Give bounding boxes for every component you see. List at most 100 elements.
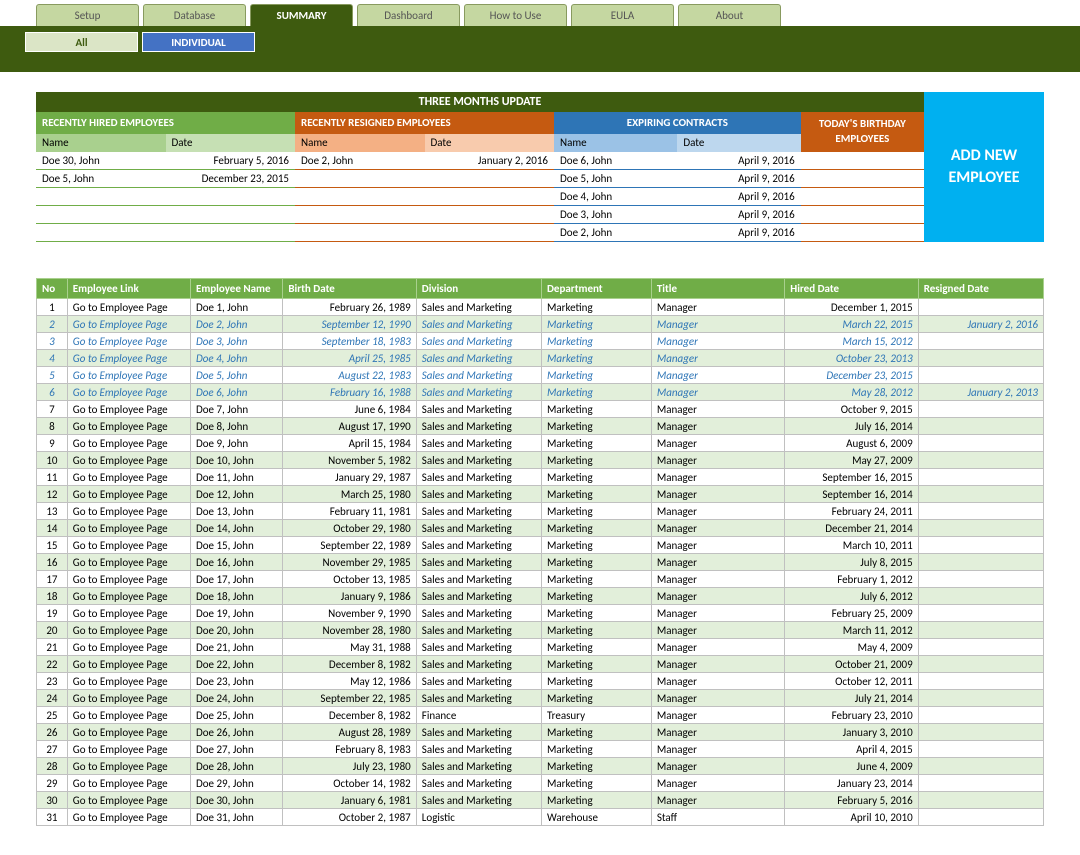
- employee-link[interactable]: Go to Employee Page: [67, 520, 190, 537]
- cell-name: Doe 31, John: [190, 809, 282, 826]
- tab-setup[interactable]: Setup: [36, 4, 139, 26]
- employee-link[interactable]: Go to Employee Page: [67, 350, 190, 367]
- cell-division: Sales and Marketing: [416, 537, 541, 554]
- tab-summary[interactable]: SUMMARY: [250, 4, 353, 26]
- section-hired: RECENTLY HIRED EMPLOYEES Name Date Doe 3…: [36, 112, 295, 242]
- cell-no: 20: [37, 622, 68, 639]
- employee-link[interactable]: Go to Employee Page: [67, 401, 190, 418]
- cell-no: 19: [37, 605, 68, 622]
- employee-link[interactable]: Go to Employee Page: [67, 384, 190, 401]
- cell-department: Marketing: [541, 758, 651, 775]
- employee-link[interactable]: Go to Employee Page: [67, 316, 190, 333]
- subtab-all[interactable]: All: [25, 32, 138, 52]
- section-row: [295, 170, 554, 188]
- cell-no: 10: [37, 452, 68, 469]
- three-months-update: THREE MONTHS UPDATE RECENTLY HIRED EMPLO…: [36, 92, 1044, 242]
- employee-link[interactable]: Go to Employee Page: [67, 333, 190, 350]
- cell-division: Sales and Marketing: [416, 452, 541, 469]
- cell-date: [425, 224, 555, 241]
- employee-link[interactable]: Go to Employee Page: [67, 588, 190, 605]
- section-row: [36, 206, 295, 224]
- cell-title: Manager: [651, 418, 784, 435]
- cell-title: Manager: [651, 639, 784, 656]
- cell-title: Manager: [651, 673, 784, 690]
- cell-date: [425, 206, 555, 223]
- subtabs-bar: AllINDIVIDUAL: [0, 26, 1080, 72]
- employee-link[interactable]: Go to Employee Page: [67, 299, 190, 316]
- employee-link[interactable]: Go to Employee Page: [67, 503, 190, 520]
- add-new-employee-button[interactable]: ADD NEW EMPLOYEE: [924, 92, 1044, 242]
- cell-name: Doe 5, John: [190, 367, 282, 384]
- cell-name: Doe 3, John: [554, 206, 677, 223]
- employee-link[interactable]: Go to Employee Page: [67, 775, 190, 792]
- cell-division: Sales and Marketing: [416, 384, 541, 401]
- employee-link[interactable]: Go to Employee Page: [67, 537, 190, 554]
- cell-date: [166, 224, 296, 241]
- cell-resigned: [918, 333, 1043, 350]
- cell-hired: January 3, 2010: [785, 724, 918, 741]
- table-row: 18Go to Employee PageDoe 18, JohnJanuary…: [37, 588, 1044, 605]
- employee-link[interactable]: Go to Employee Page: [67, 673, 190, 690]
- employee-link[interactable]: Go to Employee Page: [67, 605, 190, 622]
- subtab-individual[interactable]: INDIVIDUAL: [142, 32, 255, 52]
- employee-link[interactable]: Go to Employee Page: [67, 724, 190, 741]
- cell-department: Marketing: [541, 401, 651, 418]
- section-row: [295, 224, 554, 242]
- employee-link[interactable]: Go to Employee Page: [67, 690, 190, 707]
- employee-link[interactable]: Go to Employee Page: [67, 792, 190, 809]
- employee-link[interactable]: Go to Employee Page: [67, 707, 190, 724]
- cell: [801, 152, 924, 169]
- section-resigned: RECENTLY RESIGNED EMPLOYEES Name Date Do…: [295, 112, 554, 242]
- cell-resigned: January 2, 2016: [918, 316, 1043, 333]
- employee-link[interactable]: Go to Employee Page: [67, 418, 190, 435]
- employee-link[interactable]: Go to Employee Page: [67, 469, 190, 486]
- tab-how-to-use[interactable]: How to Use: [464, 4, 567, 26]
- cell-department: Marketing: [541, 469, 651, 486]
- table-row: 3Go to Employee PageDoe 3, JohnSeptember…: [37, 333, 1044, 350]
- employee-link[interactable]: Go to Employee Page: [67, 622, 190, 639]
- employee-link[interactable]: Go to Employee Page: [67, 367, 190, 384]
- employee-link[interactable]: Go to Employee Page: [67, 486, 190, 503]
- cell-name: Doe 28, John: [190, 758, 282, 775]
- cell-division: Sales and Marketing: [416, 571, 541, 588]
- tab-dashboard[interactable]: Dashboard: [357, 4, 460, 26]
- cell-resigned: [918, 690, 1043, 707]
- cell-resigned: [918, 673, 1043, 690]
- cell-name: Doe 11, John: [190, 469, 282, 486]
- tab-about[interactable]: About: [678, 4, 781, 26]
- cell-resigned: [918, 554, 1043, 571]
- employee-link[interactable]: Go to Employee Page: [67, 656, 190, 673]
- cell-hired: February 23, 2010: [785, 707, 918, 724]
- tab-eula[interactable]: EULA: [571, 4, 674, 26]
- cell-hired: March 10, 2011: [785, 537, 918, 554]
- employee-link[interactable]: Go to Employee Page: [67, 809, 190, 826]
- cell-hired: October 23, 2013: [785, 350, 918, 367]
- section-row: [295, 188, 554, 206]
- cell-birth: September 22, 1985: [283, 690, 416, 707]
- cell-date: April 9, 2016: [677, 170, 800, 187]
- cell-hired: September 16, 2014: [785, 486, 918, 503]
- employee-link[interactable]: Go to Employee Page: [67, 452, 190, 469]
- tab-database[interactable]: Database: [143, 4, 246, 26]
- cell-title: Manager: [651, 401, 784, 418]
- employee-link[interactable]: Go to Employee Page: [67, 758, 190, 775]
- cell-hired: February 25, 2009: [785, 605, 918, 622]
- cell-resigned: [918, 588, 1043, 605]
- cell-resigned: [918, 401, 1043, 418]
- employee-link[interactable]: Go to Employee Page: [67, 435, 190, 452]
- cell-no: 8: [37, 418, 68, 435]
- cell-resigned: [918, 571, 1043, 588]
- employee-link[interactable]: Go to Employee Page: [67, 571, 190, 588]
- employee-link[interactable]: Go to Employee Page: [67, 554, 190, 571]
- cell-no: 24: [37, 690, 68, 707]
- cell-division: Sales and Marketing: [416, 690, 541, 707]
- cell-resigned: [918, 367, 1043, 384]
- cell-name: Doe 13, John: [190, 503, 282, 520]
- cell-name: Doe 30, John: [190, 792, 282, 809]
- cell-hired: January 23, 2014: [785, 775, 918, 792]
- employee-link[interactable]: Go to Employee Page: [67, 639, 190, 656]
- section-birthday: TODAY'S BIRTHDAY EMPLOYEES: [801, 112, 924, 242]
- employee-link[interactable]: Go to Employee Page: [67, 741, 190, 758]
- cell-birth: August 28, 1989: [283, 724, 416, 741]
- table-row: 12Go to Employee PageDoe 12, JohnMarch 2…: [37, 486, 1044, 503]
